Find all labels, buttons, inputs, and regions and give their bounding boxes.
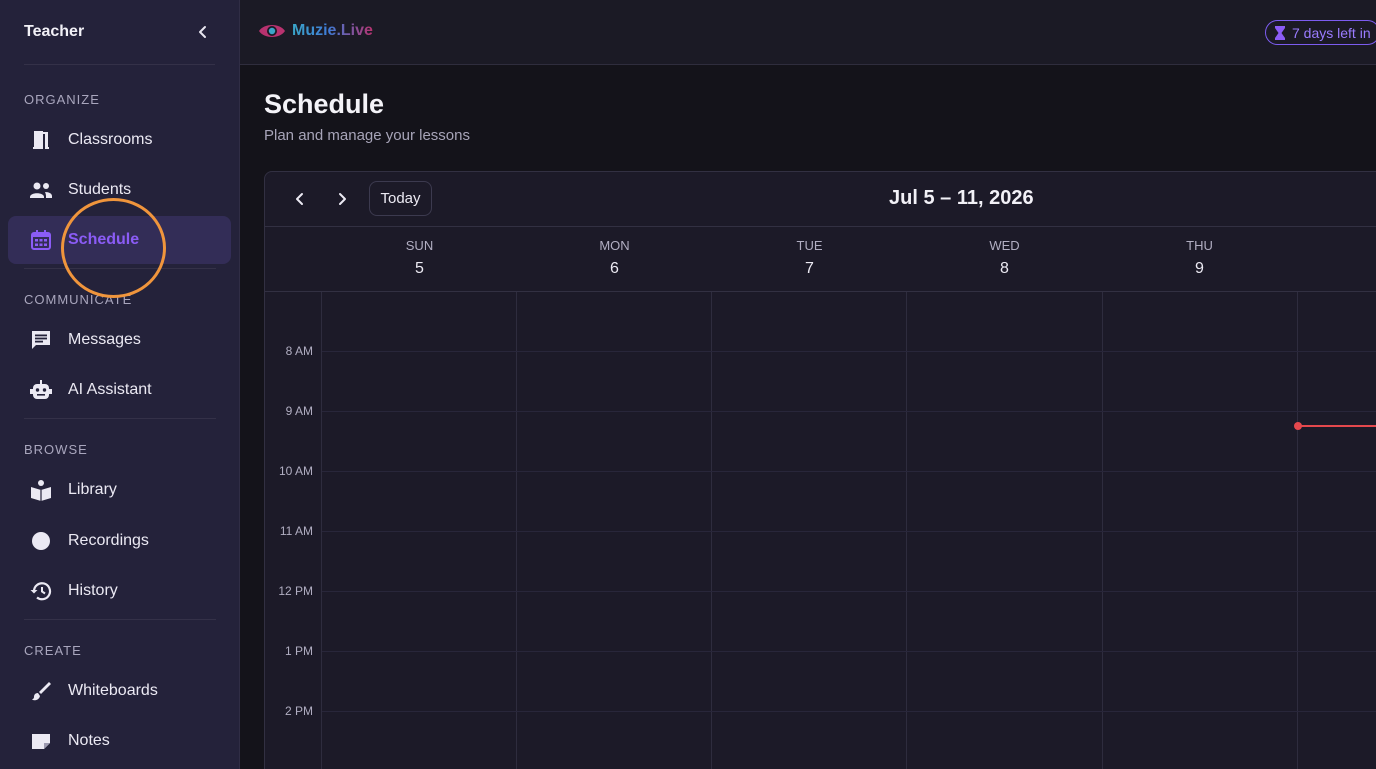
calendar-toolbar: Today Jul 5 – 11, 2026 — [265, 172, 1376, 227]
brush-icon — [28, 678, 54, 704]
next-week-button[interactable] — [329, 186, 355, 212]
chevron-left-icon — [199, 26, 206, 38]
grid-hour-line — [322, 351, 1376, 352]
time-grid[interactable]: 8 AM 9 AM 10 AM 11 AM 12 PM 1 PM 2 PM — [265, 292, 1376, 769]
day-number: 6 — [610, 260, 619, 277]
sidebar-header: Teacher — [0, 0, 239, 64]
sidebar-item-ai-assistant[interactable]: AI Assistant — [8, 366, 231, 414]
chevron-right-icon — [339, 193, 346, 205]
grid-hour-line — [322, 531, 1376, 532]
calendar-icon — [28, 227, 54, 253]
app-logo[interactable]: Muzie.Live — [258, 20, 373, 42]
grid-hour-line — [322, 591, 1376, 592]
grid-hour-line — [322, 471, 1376, 472]
previous-week-button[interactable] — [287, 186, 313, 212]
day-number: 7 — [805, 260, 814, 277]
sidebar-item-recordings[interactable]: Recordings — [8, 517, 231, 565]
time-label: 1 PM — [284, 644, 313, 658]
day-headers: SUN 5 MON 6 TUE 7 WED 8 THU 9 — [265, 227, 1376, 292]
eye-logo-icon — [259, 25, 285, 37]
section-create: CREATE — [24, 643, 82, 658]
today-button[interactable]: Today — [369, 181, 432, 216]
collapse-sidebar-button[interactable] — [191, 20, 215, 44]
sidebar-divider — [24, 64, 215, 65]
date-range: Jul 5 – 11, 2026 — [889, 187, 1034, 209]
history-icon — [28, 578, 54, 604]
robot-icon — [28, 377, 54, 403]
sidebar-item-label: History — [68, 582, 118, 599]
sidebar-item-label: Messages — [68, 331, 141, 348]
sidebar-item-label: Library — [68, 481, 117, 498]
time-label: 9 AM — [285, 404, 313, 418]
hourglass-icon — [1275, 25, 1285, 40]
current-time-line — [1298, 425, 1376, 427]
sidebar-item-label: Recordings — [68, 532, 149, 549]
section-divider — [24, 418, 216, 419]
day-number: 9 — [1195, 260, 1204, 277]
sidebar-item-messages[interactable]: Messages — [8, 316, 231, 364]
logo-text: Muzie.Live — [292, 22, 373, 40]
section-browse: BROWSE — [24, 442, 88, 457]
day-header-mon[interactable]: MON 6 — [517, 227, 712, 278]
time-label: 11 AM — [279, 524, 313, 538]
time-label: 12 PM — [278, 584, 313, 598]
top-bar: Muzie.Live 7 days left in — [240, 0, 1376, 65]
day-name: TUE — [796, 238, 823, 253]
sidebar-item-label: Students — [68, 181, 132, 198]
message-icon — [28, 327, 54, 353]
sidebar-item-label: Whiteboards — [68, 682, 158, 699]
page-title: Schedule — [264, 89, 385, 119]
day-header-thu[interactable]: THU 9 — [1102, 227, 1297, 278]
sidebar: Teacher ORGANIZE Classrooms Students Sch… — [0, 0, 240, 769]
record-icon — [28, 528, 54, 554]
time-label: 2 PM — [284, 704, 313, 718]
trial-text: 7 days left in — [1292, 24, 1371, 41]
day-name: THU — [1186, 238, 1213, 253]
grid-hour-line — [322, 711, 1376, 712]
sidebar-item-classrooms[interactable]: Classrooms — [8, 116, 231, 164]
sidebar-title: Teacher — [24, 23, 85, 40]
sidebar-item-notes[interactable]: Notes — [8, 717, 231, 765]
calendar: Today Jul 5 – 11, 2026 SUN 5 MON 6 TUE 7… — [264, 171, 1376, 769]
day-name: MON — [599, 238, 630, 253]
grid-hour-line — [322, 411, 1376, 412]
highlight-circle-annotation — [61, 198, 166, 298]
page-subtitle: Plan and manage your lessons — [264, 127, 470, 144]
grid-hour-line — [322, 651, 1376, 652]
sidebar-item-history[interactable]: History — [8, 567, 231, 615]
day-name: SUN — [405, 238, 434, 253]
chevron-left-icon — [296, 193, 303, 205]
time-label: 10 AM — [278, 464, 313, 478]
day-header-wed[interactable]: WED 8 — [907, 227, 1102, 278]
section-organize: ORGANIZE — [24, 92, 100, 107]
note-icon — [28, 728, 54, 754]
section-divider — [24, 619, 216, 620]
sidebar-item-library[interactable]: Library — [8, 466, 231, 514]
day-number: 5 — [415, 260, 424, 277]
sidebar-item-label: Classrooms — [68, 131, 153, 148]
day-header-sun[interactable]: SUN 5 — [322, 227, 517, 278]
sidebar-item-whiteboards[interactable]: Whiteboards — [8, 667, 231, 715]
time-label: 8 AM — [285, 344, 313, 358]
logo-text-label: Muzie.Live — [292, 22, 373, 39]
day-name: WED — [989, 238, 1020, 253]
trial-badge[interactable]: 7 days left in — [1265, 20, 1376, 45]
day-header-tue[interactable]: TUE 7 — [712, 227, 907, 278]
sidebar-item-label: AI Assistant — [68, 381, 152, 398]
door-icon — [28, 127, 54, 153]
sidebar-item-label: Notes — [68, 732, 110, 749]
people-icon — [28, 177, 54, 203]
book-icon — [28, 477, 54, 503]
day-number: 8 — [1000, 260, 1009, 277]
